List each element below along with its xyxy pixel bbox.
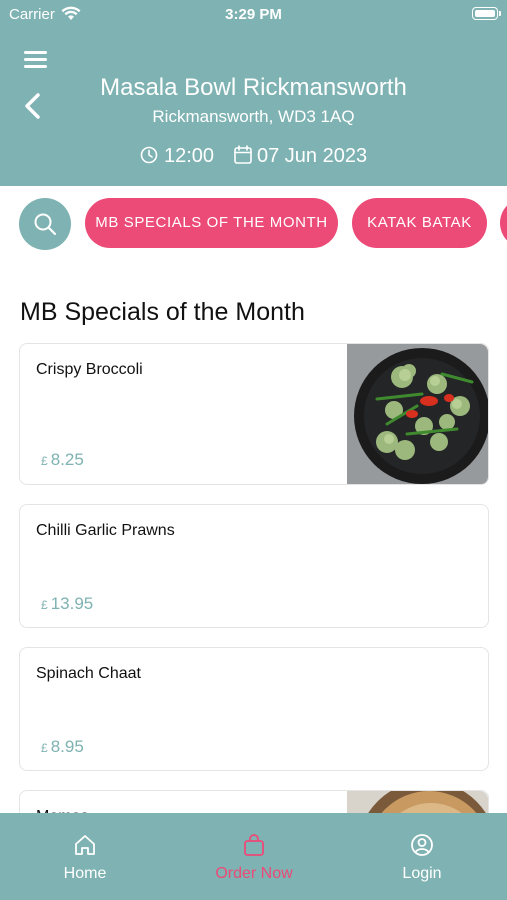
menu-item-card[interactable]: Spinach Chaat £8.95 xyxy=(19,647,489,771)
item-price: £13.95 xyxy=(41,594,94,613)
menu-item-card[interactable]: Crispy Broccoli £8.25 xyxy=(19,343,489,485)
status-bar: Carrier 3:29 PM xyxy=(0,0,507,30)
clock-icon xyxy=(140,146,158,164)
shopping-bag-icon xyxy=(244,834,264,856)
order-time: 12:00 xyxy=(164,145,215,167)
category-pill-katak-batak[interactable]: KATAK BATAK xyxy=(352,198,487,248)
header: Carrier 3:29 PM Masala Bowl Rickmanswort… xyxy=(0,0,507,186)
status-time: 3:29 PM xyxy=(225,6,282,23)
item-name: Crispy Broccoli xyxy=(36,361,143,378)
item-name: Spinach Chaat xyxy=(36,665,141,682)
nav-login[interactable]: Login xyxy=(367,813,477,900)
category-pill-specials[interactable]: MB SPECIALS OF THE MONTH xyxy=(85,198,338,248)
restaurant-address: Rickmansworth, WD3 1AQ xyxy=(152,107,355,126)
menu-icon[interactable] xyxy=(24,51,48,69)
item-price: £8.25 xyxy=(41,450,84,469)
nav-order-label: Order Now xyxy=(215,865,293,882)
restaurant-name: Masala Bowl Rickmansworth xyxy=(100,74,407,101)
search-icon xyxy=(34,213,57,236)
nav-login-label: Login xyxy=(402,865,442,882)
bottom-nav: Home Order Now Login xyxy=(0,813,507,900)
section-title: MB Specials of the Month xyxy=(20,298,305,326)
nav-home[interactable]: Home xyxy=(30,813,140,900)
menu-item-card[interactable]: Chilli Garlic Prawns £13.95 xyxy=(19,504,489,628)
nav-order-now[interactable]: Order Now xyxy=(199,813,309,900)
item-photo xyxy=(347,344,488,484)
battery-icon xyxy=(472,7,501,20)
item-price: £8.95 xyxy=(41,737,84,756)
search-button[interactable] xyxy=(19,198,71,250)
nav-home-label: Home xyxy=(63,865,107,882)
home-icon xyxy=(75,835,95,855)
user-icon xyxy=(411,834,433,856)
category-pill-next[interactable] xyxy=(500,198,507,248)
calendar-icon xyxy=(234,145,252,164)
order-date: 07 Jun 2023 xyxy=(257,145,368,167)
category-bar: MB SPECIALS OF THE MONTH KATAK BATAK xyxy=(0,186,507,262)
item-name: Chilli Garlic Prawns xyxy=(36,522,175,539)
